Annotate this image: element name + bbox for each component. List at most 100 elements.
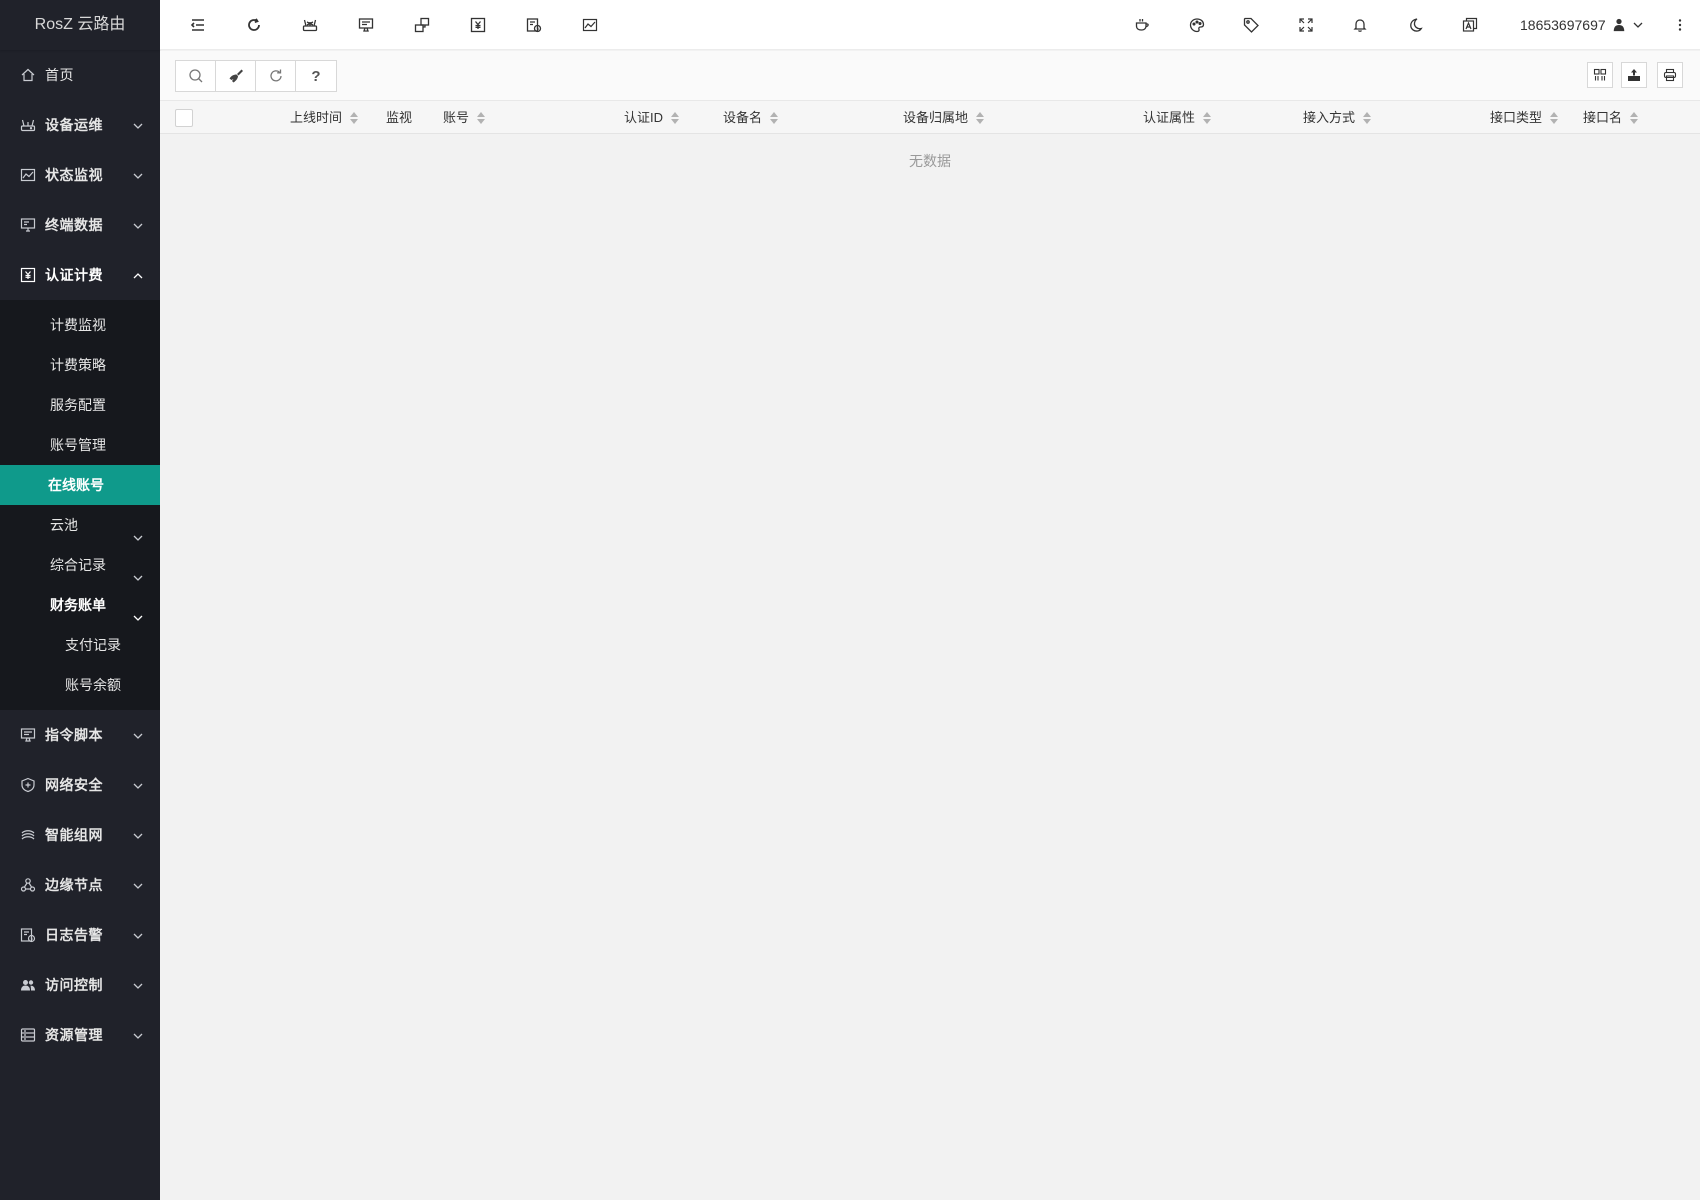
select-all-checkbox[interactable]	[175, 109, 193, 127]
sidebar-item-scripts[interactable]: 指令脚本	[0, 710, 160, 760]
sort-icon	[671, 111, 680, 124]
sidebar-item-auth-billing[interactable]: 认证计费	[0, 250, 160, 300]
sort-icon	[1363, 111, 1372, 124]
chevron-down-icon	[132, 1029, 144, 1041]
columns-icon	[1593, 68, 1607, 81]
sidebar-nav: 首页 设备运维 状态监视 终端数据 认证计费	[0, 50, 160, 300]
sidebar-item-edge-nodes[interactable]: 边缘节点	[0, 860, 160, 910]
sidebar-item-online-accounts[interactable]: 在线账号	[0, 465, 160, 505]
export-icon	[1628, 69, 1640, 81]
sidebar-item-security[interactable]: 网络安全	[0, 760, 160, 810]
app-logo[interactable]: RosZ 云路由	[0, 0, 160, 50]
chevron-down-icon	[132, 119, 144, 131]
help-button[interactable]: ?	[296, 61, 336, 91]
chevron-down-icon	[132, 169, 144, 181]
language-icon[interactable]	[1458, 13, 1482, 37]
sort-icon	[1203, 111, 1212, 124]
script-icon[interactable]	[354, 13, 378, 37]
column-header[interactable]: 设备名	[723, 101, 779, 134]
bell-icon[interactable]	[1348, 13, 1372, 37]
sidebar-item-label: 指令脚本	[45, 727, 103, 743]
search-button[interactable]	[176, 61, 216, 91]
chevron-down-icon	[132, 929, 144, 941]
tag-icon[interactable]	[1239, 13, 1263, 37]
refresh-icon	[269, 69, 282, 82]
sidebar-item-status-monitor[interactable]: 状态监视	[0, 150, 160, 200]
export-button[interactable]	[1621, 62, 1647, 88]
nodes-icon	[20, 877, 36, 893]
print-icon	[1663, 68, 1677, 82]
billing-submenu: 计费监视 计费策略 服务配置 账号管理 在线账号 云池 综合记录 财务账单 支付…	[0, 300, 160, 710]
sidebar-item-account-mgmt[interactable]: 账号管理	[0, 425, 160, 465]
shield-icon	[20, 777, 36, 793]
broom-icon	[229, 69, 243, 83]
sidebar-item-logs-alerts[interactable]: 日志告警	[0, 910, 160, 960]
sidebar-item-label: 日志告警	[45, 927, 103, 943]
sidebar-item-billing-monitor[interactable]: 计费监视	[0, 305, 160, 345]
sidebar-item-label: 财务账单	[50, 597, 106, 613]
sidebar-item-billing-policy[interactable]: 计费策略	[0, 345, 160, 385]
sidebar-item-finance[interactable]: 财务账单	[0, 585, 160, 625]
columns-button[interactable]	[1587, 62, 1613, 88]
chevron-down-icon	[132, 829, 144, 841]
chevron-down-icon	[132, 779, 144, 791]
sidebar-item-home[interactable]: 首页	[0, 50, 160, 100]
search-icon	[188, 69, 202, 83]
sidebar-item-label: 认证计费	[45, 267, 103, 283]
column-header[interactable]: 接入方式	[1303, 101, 1372, 134]
billing-icon[interactable]	[466, 13, 490, 37]
empty-state-text: 无数据	[909, 153, 951, 169]
sidebar-item-terminal-data[interactable]: 终端数据	[0, 200, 160, 250]
user-menu[interactable]: 18653697697	[1520, 0, 1644, 50]
column-header[interactable]: 设备归属地	[903, 101, 985, 134]
sidebar-item-cloud-pool[interactable]: 云池	[0, 505, 160, 545]
more-vertical-icon[interactable]	[1668, 13, 1692, 37]
menu-collapse-icon[interactable]	[186, 13, 210, 37]
column-header: 监视	[386, 110, 413, 125]
log-alert-icon[interactable]	[522, 13, 546, 37]
refresh-icon[interactable]	[242, 13, 266, 37]
monitor-chart-icon[interactable]	[578, 13, 602, 37]
clear-button[interactable]	[216, 61, 256, 91]
sidebar-item-records[interactable]: 综合记录	[0, 545, 160, 585]
sidebar-item-label: 设备运维	[45, 117, 103, 133]
sort-icon	[350, 111, 359, 124]
column-header[interactable]: 接口名	[1583, 101, 1639, 134]
sidebar-item-payment-records[interactable]: 支付记录	[0, 625, 160, 665]
sidebar-nav-lower: 指令脚本 网络安全 智能组网 边缘节点 日志告警 访问控制 资源管理	[0, 710, 160, 1060]
sidebar-item-label: 云池	[50, 517, 78, 533]
users-icon	[20, 977, 36, 993]
copy-devices-icon[interactable]	[410, 13, 434, 37]
sidebar-item-access-control[interactable]: 访问控制	[0, 960, 160, 1010]
column-header[interactable]: 账号	[443, 101, 486, 134]
sidebar-item-device-ops[interactable]: 设备运维	[0, 100, 160, 150]
chevron-down-icon	[132, 979, 144, 991]
user-icon	[1613, 18, 1624, 32]
sidebar-item-label: 资源管理	[45, 1027, 103, 1043]
coffee-icon[interactable]	[1130, 13, 1154, 37]
sort-icon	[770, 111, 779, 124]
script-icon	[20, 727, 36, 743]
resource-icon	[20, 1027, 36, 1043]
column-header[interactable]: 上线时间	[290, 101, 359, 134]
sidebar-item-label: 状态监视	[45, 167, 103, 183]
chevron-down-icon	[132, 729, 144, 741]
sidebar-item-smart-network[interactable]: 智能组网	[0, 810, 160, 860]
log-alert-icon	[20, 927, 36, 943]
column-header[interactable]: 接口类型	[1490, 101, 1559, 134]
column-header[interactable]: 认证属性	[1143, 101, 1212, 134]
print-button[interactable]	[1657, 62, 1683, 88]
top-header: 18653697697	[160, 0, 1700, 50]
sort-icon	[1550, 111, 1559, 124]
chevron-down-icon	[132, 519, 144, 541]
column-header[interactable]: 认证ID	[624, 101, 680, 134]
sidebar-item-account-balance[interactable]: 账号余额	[0, 665, 160, 705]
sidebar-item-label: 终端数据	[45, 217, 103, 233]
dark-mode-icon[interactable]	[1403, 13, 1427, 37]
fullscreen-icon[interactable]	[1294, 13, 1318, 37]
theme-palette-icon[interactable]	[1185, 13, 1209, 37]
reload-button[interactable]	[256, 61, 296, 91]
sidebar-item-resources[interactable]: 资源管理	[0, 1010, 160, 1060]
router-icon[interactable]	[298, 13, 322, 37]
sidebar-item-service-config[interactable]: 服务配置	[0, 385, 160, 425]
